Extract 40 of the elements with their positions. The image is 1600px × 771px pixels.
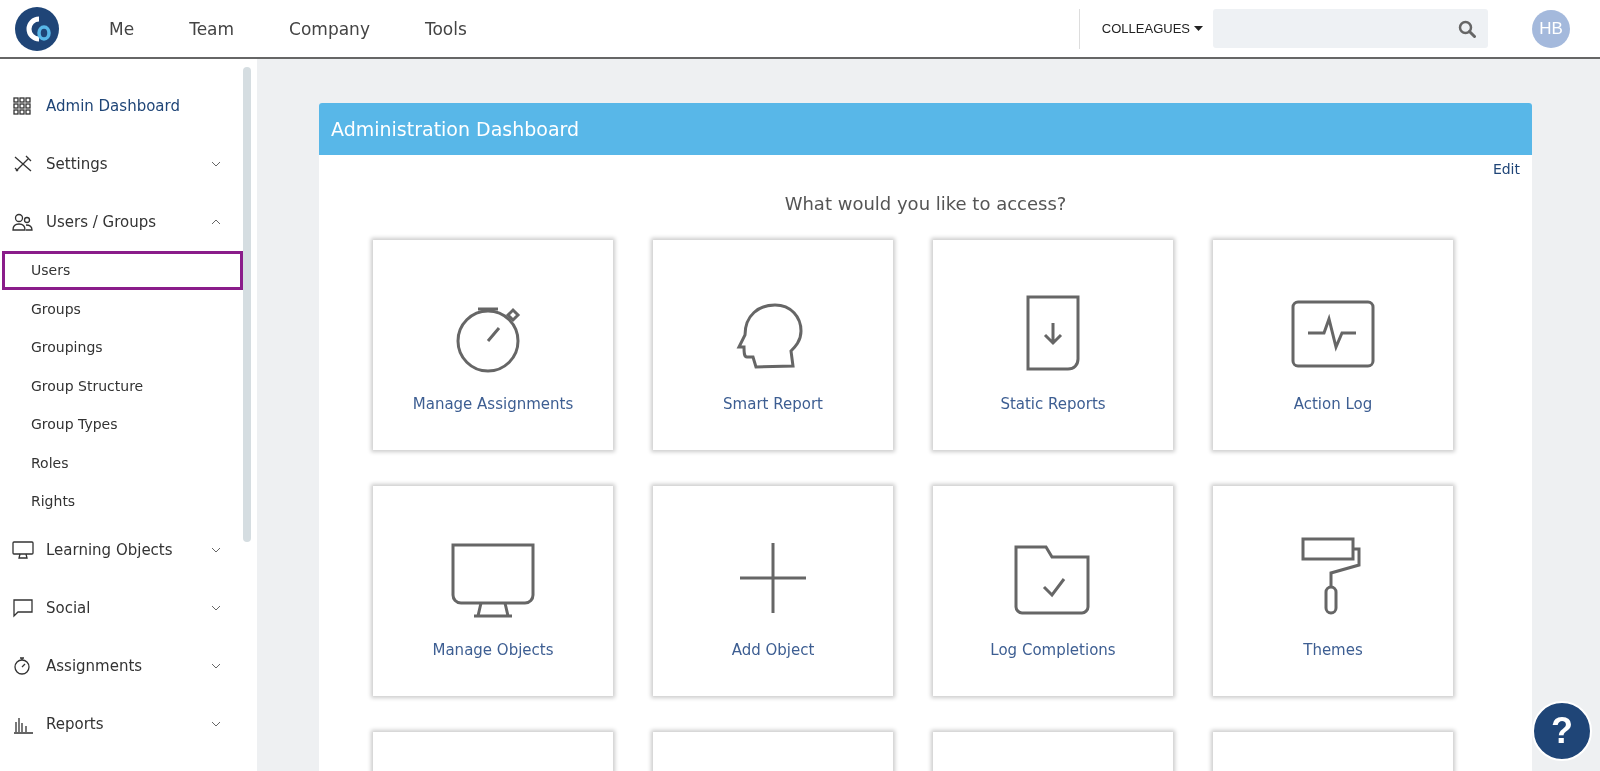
users-icon	[12, 212, 34, 232]
caret-icon	[1194, 26, 1203, 31]
nav-link[interactable]: Me	[109, 18, 135, 39]
sidebar-item[interactable]: Assignments	[0, 636, 243, 695]
chat-icon	[12, 597, 34, 618]
dashboard-tile[interactable]: Manage Objects	[373, 486, 613, 696]
sidebar-item[interactable]: Learning Objects	[0, 520, 243, 579]
help-button[interactable]: ?	[1532, 701, 1592, 761]
sidebar-item[interactable]: Reports	[0, 694, 243, 753]
nav-link[interactable]: Tools	[424, 18, 467, 39]
nav-link[interactable]: Company	[289, 18, 370, 39]
sidebar-subitem[interactable]: Groupings	[2, 328, 243, 367]
question-text: What would you like to access?	[783, 193, 1068, 214]
sidebar-item[interactable]: Social	[0, 578, 243, 637]
dashboard-tile[interactable]: Manage Assignments	[373, 240, 613, 450]
sidebar-subitem[interactable]: Roles	[2, 443, 243, 482]
sidebar-subitem[interactable]: Groups	[2, 289, 243, 328]
logo-icon[interactable]	[15, 6, 59, 51]
sidebar-item[interactable]: Users / Groups	[0, 193, 243, 251]
search-icon[interactable]	[1458, 19, 1476, 38]
dashboard-tile[interactable]: Themes	[1213, 486, 1453, 696]
sidebar-subitem[interactable]: Group Types	[2, 405, 243, 444]
panel-title: Administration Dashboard	[319, 103, 1532, 155]
dashboard-tile[interactable]: Add Object	[653, 486, 893, 696]
sidebar-subitem[interactable]: Group Structure	[2, 366, 243, 405]
sidebar-item[interactable]: Settings	[0, 135, 243, 193]
search-field[interactable]	[1213, 9, 1488, 48]
dashboard-tile[interactable]: Smart Report	[653, 240, 893, 450]
dashboard-tile[interactable]: Log Completions	[933, 486, 1173, 696]
grid-icon	[12, 96, 34, 116]
edit-link[interactable]: Edit	[1492, 161, 1520, 177]
nav-link[interactable]: Team	[189, 18, 235, 39]
monitor-icon	[12, 539, 34, 560]
dashboard-tile[interactable]: Action Log	[1213, 240, 1453, 450]
dashboard-tile[interactable]: Static Reports	[933, 240, 1173, 450]
sidebar-subitem[interactable]: Users	[2, 251, 243, 290]
sidebar-subitem[interactable]: Rights	[2, 482, 243, 521]
scrollbar[interactable]	[243, 67, 251, 542]
sidebar-item[interactable]: Admin Dashboard	[0, 77, 243, 135]
tools-icon	[12, 154, 34, 174]
